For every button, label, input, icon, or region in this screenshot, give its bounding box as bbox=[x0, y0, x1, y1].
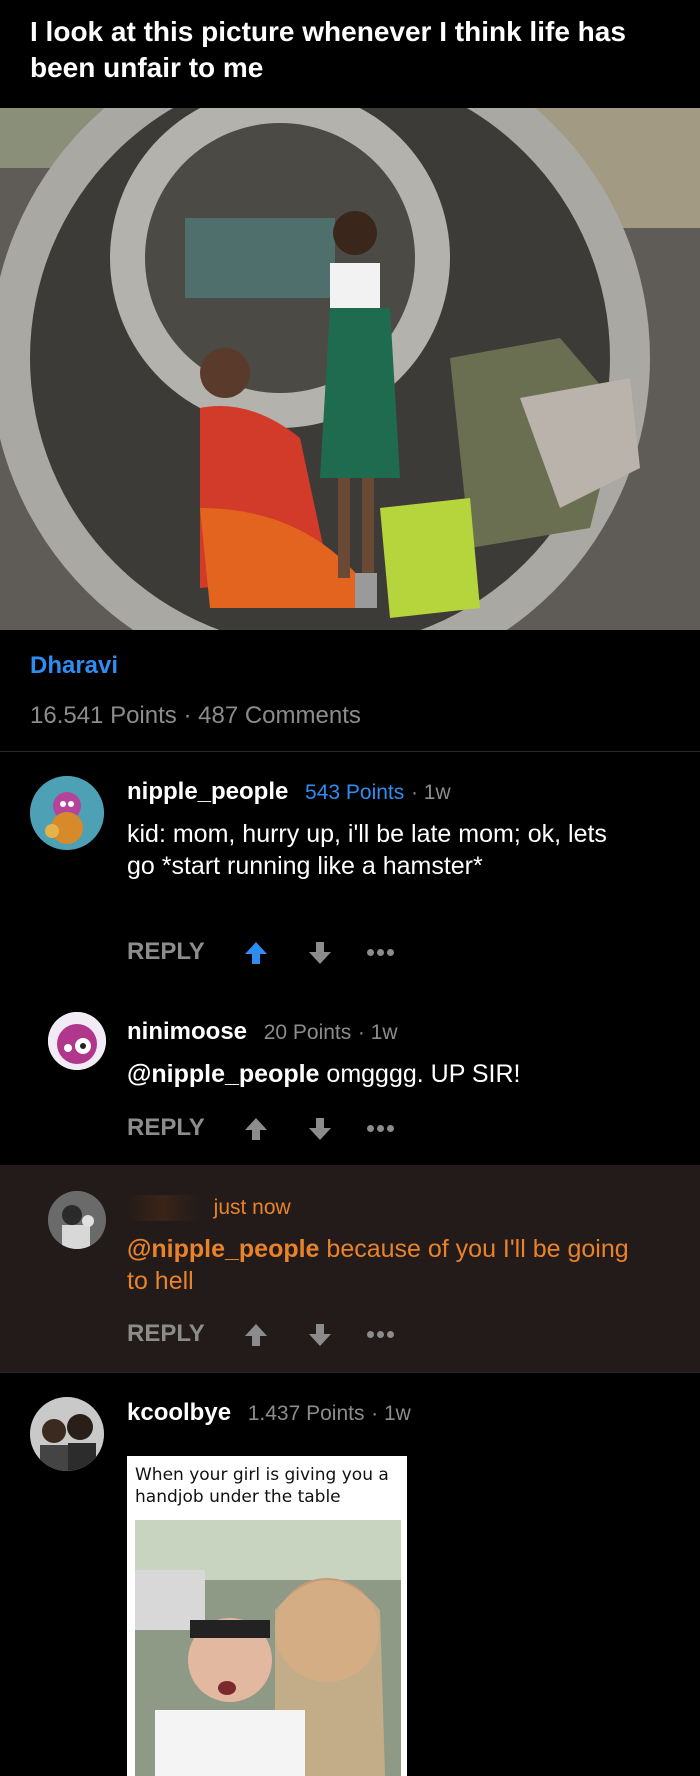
comment-text-body: omgggg. UP SIR! bbox=[319, 1060, 521, 1088]
avatar[interactable] bbox=[48, 1191, 106, 1249]
upvote-icon[interactable] bbox=[243, 1322, 269, 1348]
post-image[interactable] bbox=[0, 108, 700, 630]
downvote-icon[interactable] bbox=[307, 1322, 333, 1348]
comment-mention[interactable]: @nipple_people bbox=[127, 1235, 319, 1263]
post-comments-count[interactable]: 487 Comments bbox=[198, 702, 361, 729]
comment-points: 543 Points bbox=[305, 781, 405, 804]
reply-button[interactable]: REPLY bbox=[127, 1320, 205, 1348]
upvote-icon[interactable] bbox=[243, 940, 269, 966]
more-options-icon[interactable] bbox=[367, 1320, 399, 1346]
comment-text: @nipple_people because of you I'll be go… bbox=[127, 1233, 647, 1297]
comment-actions: REPLY bbox=[127, 1320, 427, 1354]
comment-points: 1.437 Points bbox=[247, 1402, 365, 1425]
more-options-icon[interactable] bbox=[367, 1114, 399, 1140]
comment-username[interactable]: kcoolbye bbox=[127, 1399, 231, 1426]
comment-time: · 1w bbox=[410, 781, 451, 804]
meta-separator: · bbox=[183, 702, 192, 729]
tag-link[interactable]: Dharavi bbox=[30, 652, 118, 680]
comment-mention[interactable]: @nipple_people bbox=[127, 1060, 319, 1088]
post-meta: 16.541 Points · 487 Comments bbox=[30, 702, 361, 730]
comment-time: · 1w bbox=[357, 1021, 398, 1044]
downvote-icon[interactable] bbox=[307, 940, 333, 966]
comment-header: nipple_people 543 Points · 1w bbox=[127, 778, 451, 806]
comment-header: ninimoose 20 Points · 1w bbox=[127, 1018, 398, 1046]
comment-new: just now @nipple_people because of you I… bbox=[0, 1165, 700, 1372]
avatar[interactable] bbox=[30, 776, 104, 850]
reply-button[interactable]: REPLY bbox=[127, 938, 205, 966]
comment-username[interactable]: nipple_people bbox=[127, 778, 288, 805]
comment: nipple_people 543 Points · 1w kid: mom, … bbox=[0, 752, 700, 982]
comment-username[interactable]: ninimoose bbox=[127, 1018, 247, 1045]
avatar[interactable] bbox=[30, 1397, 104, 1471]
meme-caption: When your girl is giving you a handjob u… bbox=[135, 1465, 389, 1507]
comment-points: 20 Points bbox=[263, 1021, 352, 1044]
comment-text: kid: mom, hurry up, i'll be late mom; ok… bbox=[127, 820, 607, 880]
redacted-username bbox=[127, 1194, 199, 1221]
comment-text: @nipple_people omgggg. UP SIR! bbox=[127, 1058, 647, 1090]
meme-photo bbox=[135, 1520, 401, 1776]
comment-time: just now bbox=[213, 1196, 291, 1219]
comment-meme-image[interactable]: When your girl is giving you a handjob u… bbox=[127, 1456, 407, 1776]
post-title: I look at this picture whenever I think … bbox=[30, 16, 626, 83]
comment-actions: REPLY bbox=[127, 938, 427, 972]
post-points: 16.541 Points bbox=[30, 702, 177, 729]
comment-header: kcoolbye 1.437 Points · 1w bbox=[127, 1399, 411, 1427]
reply-button[interactable]: REPLY bbox=[127, 1114, 205, 1142]
comment-actions: REPLY bbox=[127, 1114, 427, 1148]
more-options-icon[interactable] bbox=[367, 938, 399, 964]
comment-header: just now bbox=[127, 1193, 291, 1221]
avatar[interactable] bbox=[48, 1012, 106, 1070]
upvote-icon[interactable] bbox=[243, 1116, 269, 1142]
comment-time: · 1w bbox=[371, 1402, 411, 1425]
comment: ninimoose 20 Points · 1w @nipple_people … bbox=[0, 982, 700, 1165]
downvote-icon[interactable] bbox=[307, 1116, 333, 1142]
